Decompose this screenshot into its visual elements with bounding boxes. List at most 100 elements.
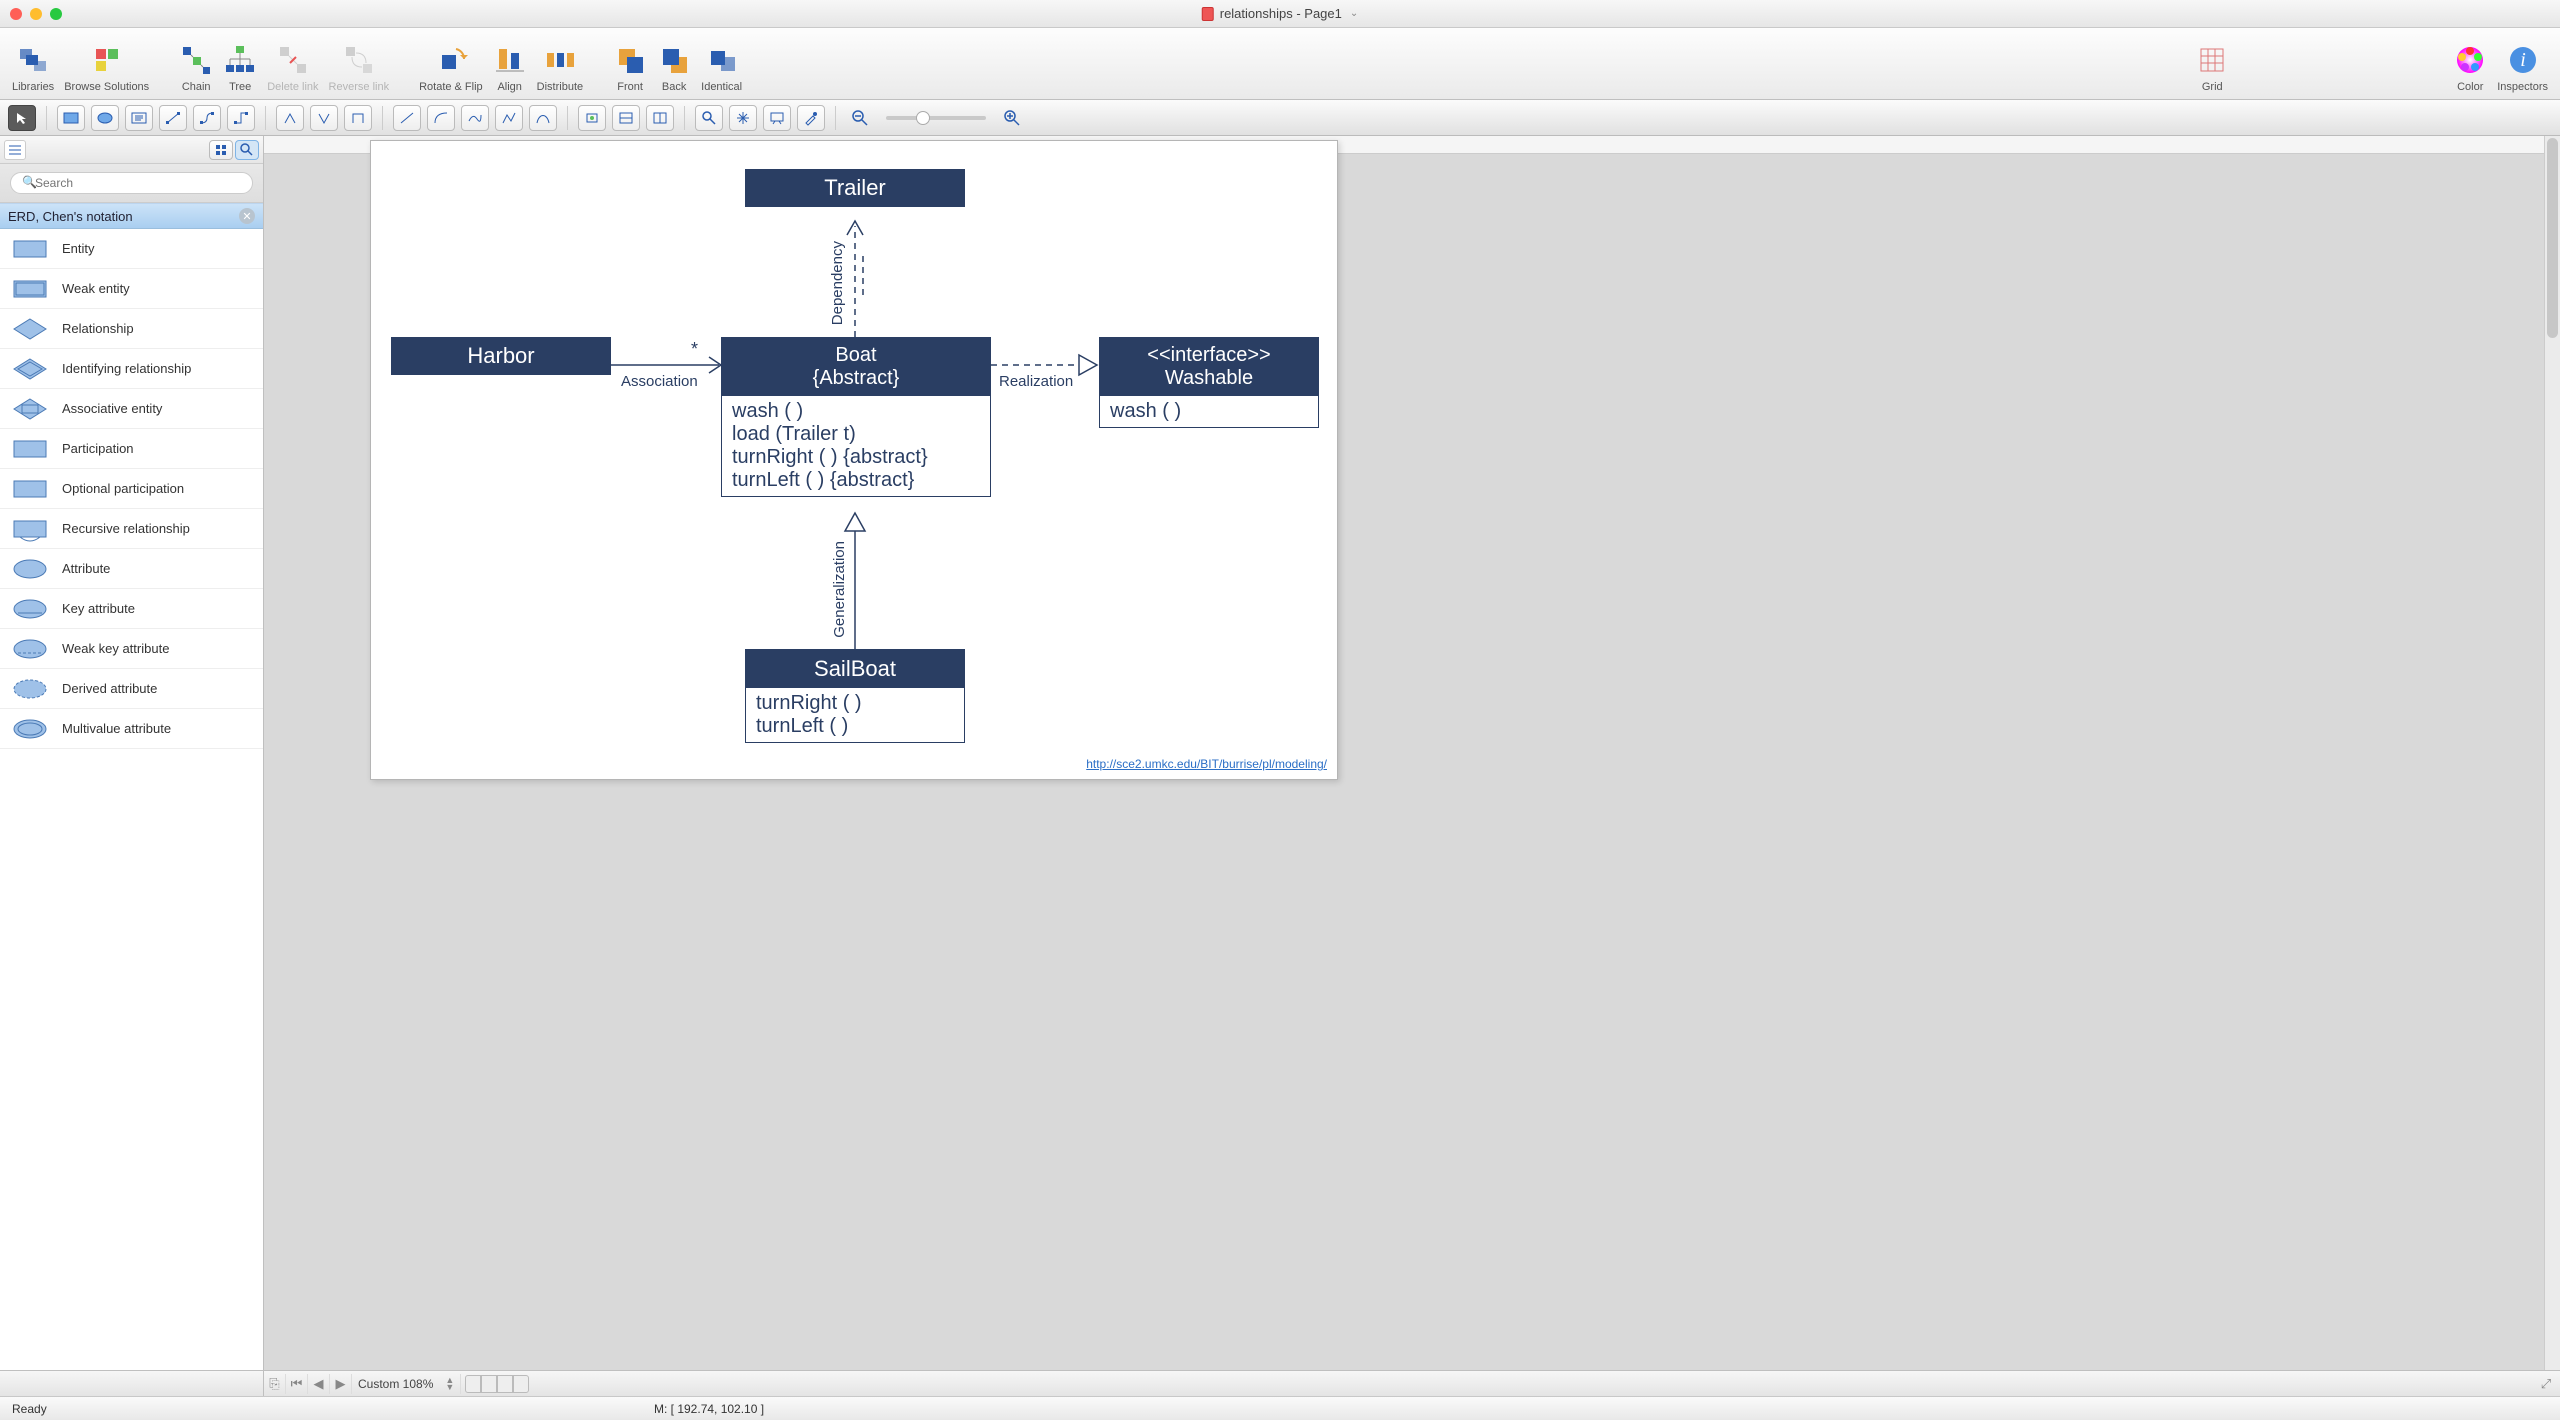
rect-tool[interactable] bbox=[57, 105, 85, 131]
uml-class-trailer[interactable]: Trailer bbox=[745, 169, 965, 207]
traffic-lights bbox=[10, 8, 62, 20]
toolbar-grid-button[interactable]: Grid bbox=[2193, 43, 2231, 93]
view-search-icon[interactable] bbox=[235, 140, 259, 160]
pointer-tool[interactable] bbox=[8, 105, 36, 131]
page-tab[interactable] bbox=[481, 1375, 497, 1393]
zoom-stepper[interactable]: ▲▼ bbox=[439, 1374, 461, 1394]
eyedropper-tool[interactable] bbox=[797, 105, 825, 131]
shape-item[interactable]: Weak entity bbox=[0, 269, 263, 309]
text-tool[interactable] bbox=[125, 105, 153, 131]
citation-link[interactable]: http://sce2.umkc.edu/BIT/burrise/pl/mode… bbox=[1086, 757, 1327, 771]
shape-item[interactable]: Participation bbox=[0, 429, 263, 469]
zoom-tool[interactable] bbox=[695, 105, 723, 131]
close-category-icon[interactable]: ✕ bbox=[239, 208, 255, 224]
pagebar-expand-icon[interactable]: ⤢ bbox=[2532, 1376, 2560, 1392]
uml-class-harbor[interactable]: Harbor bbox=[391, 337, 611, 375]
uml-class-operations: wash ( )load (Trailer t)turnRight ( ) {a… bbox=[722, 396, 990, 496]
shape-item[interactable]: Multivalue attribute bbox=[0, 709, 263, 749]
toolbar-distribute-button[interactable]: Distribute bbox=[535, 43, 585, 93]
pagebar-prev[interactable]: ◀ bbox=[308, 1374, 330, 1394]
shape-thumb-icon bbox=[10, 555, 50, 583]
bezier-tool[interactable] bbox=[529, 105, 557, 131]
polyline-tool[interactable] bbox=[495, 105, 523, 131]
label-association: Association bbox=[621, 373, 698, 390]
label-realization: Realization bbox=[999, 373, 1073, 390]
window-title-text: relationships - Page1 bbox=[1220, 6, 1342, 21]
shape-item[interactable]: Associative entity bbox=[0, 389, 263, 429]
zoom-window-button[interactable] bbox=[50, 8, 62, 20]
shape-label: Attribute bbox=[62, 561, 110, 576]
ellipse-tool[interactable] bbox=[91, 105, 119, 131]
connector-tool-3[interactable] bbox=[227, 105, 255, 131]
toolbar-chain-button[interactable]: Chain bbox=[177, 43, 215, 93]
page-tab[interactable] bbox=[513, 1375, 529, 1393]
snap-tool-2[interactable] bbox=[612, 105, 640, 131]
library-search-input[interactable] bbox=[10, 172, 253, 194]
page-tabs[interactable] bbox=[465, 1375, 529, 1393]
zoom-out-button[interactable] bbox=[846, 105, 874, 131]
toolbar-tree-button[interactable]: Tree bbox=[221, 43, 259, 93]
window-title: relationships - Page1 ⌄ bbox=[1202, 6, 1359, 21]
connector-tool-4[interactable] bbox=[276, 105, 304, 131]
toolbar-libraries-button[interactable]: Libraries bbox=[10, 43, 56, 93]
shape-label: Multivalue attribute bbox=[62, 721, 171, 736]
shape-item[interactable]: Key attribute bbox=[0, 589, 263, 629]
shape-item[interactable]: Entity bbox=[0, 229, 263, 269]
toolbar-label: Identical bbox=[701, 81, 742, 93]
pagebar-prev-prev[interactable]: ⏮ bbox=[286, 1374, 308, 1394]
uml-class-sailboat[interactable]: SailBoat turnRight ( )turnLeft ( ) bbox=[745, 649, 965, 743]
shape-item[interactable]: Optional participation bbox=[0, 469, 263, 509]
snap-tool-1[interactable] bbox=[578, 105, 606, 131]
arc-tool[interactable] bbox=[427, 105, 455, 131]
uml-class-title: Harbor bbox=[391, 337, 611, 375]
toolbar-solutions-button[interactable]: Browse Solutions bbox=[62, 43, 151, 93]
toolbar-rotate-button[interactable]: Rotate & Flip bbox=[417, 43, 485, 93]
presentation-tool[interactable] bbox=[763, 105, 791, 131]
sub-toolbar bbox=[0, 100, 2560, 136]
snap-tool-3[interactable] bbox=[646, 105, 674, 131]
pagebar-next[interactable]: ▶ bbox=[330, 1374, 352, 1394]
scrollbar-thumb[interactable] bbox=[2547, 138, 2558, 338]
zoom-slider-knob[interactable] bbox=[916, 111, 930, 125]
back-icon bbox=[657, 43, 691, 77]
page-canvas[interactable]: Trailer Harbor Boat{Abstract} wash ( )lo… bbox=[370, 140, 1338, 780]
library-category-header[interactable]: ERD, Chen's notation ✕ bbox=[0, 203, 263, 229]
connector-tool-1[interactable] bbox=[159, 105, 187, 131]
toolbar-back-button[interactable]: Back bbox=[655, 43, 693, 93]
connector-tool-2[interactable] bbox=[193, 105, 221, 131]
shape-item[interactable]: Attribute bbox=[0, 549, 263, 589]
connector-tool-6[interactable] bbox=[344, 105, 372, 131]
library-toggle-icon[interactable] bbox=[4, 140, 26, 160]
vertical-scrollbar[interactable] bbox=[2544, 136, 2560, 1370]
toolbar-inspectors-button[interactable]: iInspectors bbox=[2495, 43, 2550, 93]
pan-tool[interactable] bbox=[729, 105, 757, 131]
uml-interface-washable[interactable]: <<interface>>Washable wash ( ) bbox=[1099, 337, 1319, 428]
shape-thumb-icon bbox=[10, 315, 50, 343]
view-grid-icon[interactable] bbox=[209, 140, 233, 160]
toolbar-align-button[interactable]: Align bbox=[491, 43, 529, 93]
shape-item[interactable]: Weak key attribute bbox=[0, 629, 263, 669]
connector-tool-5[interactable] bbox=[310, 105, 338, 131]
zoom-slider[interactable] bbox=[886, 116, 986, 120]
rotate-icon bbox=[434, 43, 468, 77]
status-ready: Ready bbox=[12, 1402, 264, 1416]
shape-item[interactable]: Relationship bbox=[0, 309, 263, 349]
shape-item[interactable]: Derived attribute bbox=[0, 669, 263, 709]
pagebar-toggle[interactable]: ⎘ bbox=[264, 1374, 286, 1394]
toolbar-identical-button[interactable]: Identical bbox=[699, 43, 744, 93]
toolbar-front-button[interactable]: Front bbox=[611, 43, 649, 93]
shape-item[interactable]: Identifying relationship bbox=[0, 349, 263, 389]
minimize-window-button[interactable] bbox=[30, 8, 42, 20]
toolbar-color-button[interactable]: Color bbox=[2451, 43, 2489, 93]
zoom-in-button[interactable] bbox=[998, 105, 1026, 131]
chevron-down-icon[interactable]: ⌄ bbox=[1350, 8, 1358, 19]
spline-tool[interactable] bbox=[461, 105, 489, 131]
close-window-button[interactable] bbox=[10, 8, 22, 20]
page-tab[interactable] bbox=[465, 1375, 481, 1393]
canvas-area[interactable]: Trailer Harbor Boat{Abstract} wash ( )lo… bbox=[264, 136, 2560, 1370]
shape-item[interactable]: Recursive relationship bbox=[0, 509, 263, 549]
uml-class-boat[interactable]: Boat{Abstract} wash ( )load (Trailer t)t… bbox=[721, 337, 991, 497]
line-tool[interactable] bbox=[393, 105, 421, 131]
page-tab[interactable] bbox=[497, 1375, 513, 1393]
zoom-readout[interactable]: Custom 108% bbox=[352, 1377, 439, 1391]
